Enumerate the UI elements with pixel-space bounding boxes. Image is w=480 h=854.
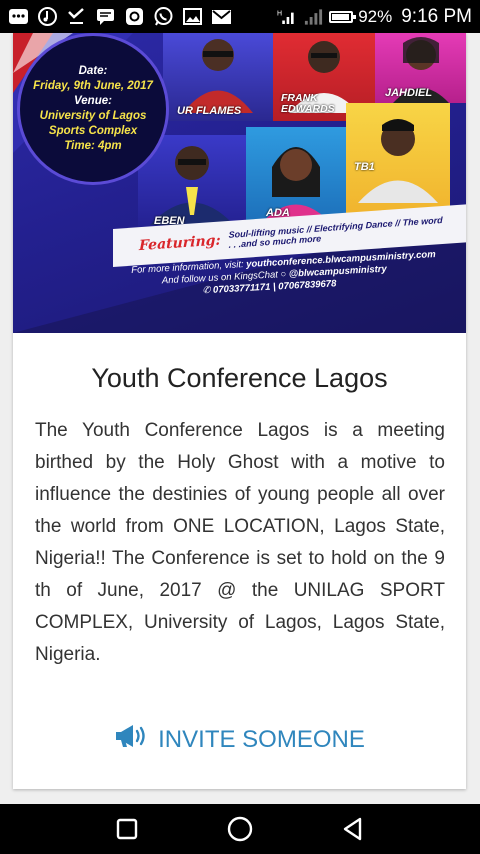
venue-line-1: University of Lagos: [39, 110, 147, 122]
home-button[interactable]: [220, 809, 260, 849]
signal-h-icon: H: [277, 6, 298, 27]
download-check-icon: [66, 6, 87, 27]
invite-someone-button[interactable]: INVITE SOMEONE: [13, 723, 466, 756]
music-icon: [37, 6, 58, 27]
performer-panel-jahdiel: JAHDIEL: [375, 33, 466, 103]
date-value: Friday, 9th June, 2017: [33, 80, 153, 92]
kingschat-icon: ○: [280, 268, 287, 281]
image-icon: [182, 6, 203, 27]
clock: 9:16 PM: [401, 5, 472, 27]
performer-name: TB1: [354, 161, 375, 173]
performer-panel-ur-flames: UR FLAMES: [163, 33, 273, 121]
system-status: H 92% 9:16 PM: [277, 6, 472, 28]
event-description: The Youth Conference Lagos is a meeting …: [35, 420, 445, 665]
featuring-description: Soul-lifting music // Electrifying Dance…: [229, 215, 443, 250]
back-triangle-icon: [344, 817, 362, 841]
notification-icons: [8, 6, 232, 27]
battery-percentage: 92%: [358, 6, 393, 26]
megaphone-icon: [114, 723, 148, 756]
performer-panel-tb1: TB1: [346, 103, 450, 221]
event-title: Youth Conference Lagos: [91, 363, 388, 393]
app-icon: [124, 6, 145, 27]
date-label: Date:: [78, 65, 108, 77]
event-details-badge: Date: Friday, 9th June, 2017 Venue: Univ…: [17, 33, 169, 185]
bbm-icon: [8, 6, 29, 27]
gmail-icon: [211, 6, 232, 27]
featuring-line-1: Soul-lifting music // Electrifying Dance…: [228, 214, 443, 240]
phone-icon: ✆: [202, 284, 211, 297]
performer-name: UR FLAMES: [177, 105, 242, 117]
performer-name: JAHDIEL: [385, 87, 433, 99]
featuring-label: Featuring:: [139, 232, 221, 255]
time-line: Time: 4pm: [64, 140, 122, 152]
square-icon: [116, 818, 137, 840]
signal-bars-icon: [303, 6, 324, 27]
svg-text:H: H: [277, 10, 282, 17]
battery-icon: [329, 10, 357, 23]
circle-icon: [227, 816, 253, 842]
whatsapp-icon: [153, 6, 174, 27]
venue-label: Venue:: [74, 95, 112, 107]
invite-someone-label: INVITE SOMEONE: [158, 725, 365, 753]
recent-apps-button[interactable]: [107, 809, 147, 849]
chat-icon: [95, 6, 116, 27]
navigation-bar: [0, 804, 480, 854]
venue-line-2: Sports Complex: [48, 125, 138, 137]
back-button[interactable]: [333, 809, 373, 849]
status-bar: H 92% 9:16 PM: [0, 0, 480, 33]
event-card: UR FLAMES FRANK EDWARDS JAHDIEL EBEN ADA…: [13, 33, 466, 789]
event-banner-image: UR FLAMES FRANK EDWARDS JAHDIEL EBEN ADA…: [13, 33, 466, 333]
performer-name: FRANK EDWARDS: [281, 92, 335, 115]
